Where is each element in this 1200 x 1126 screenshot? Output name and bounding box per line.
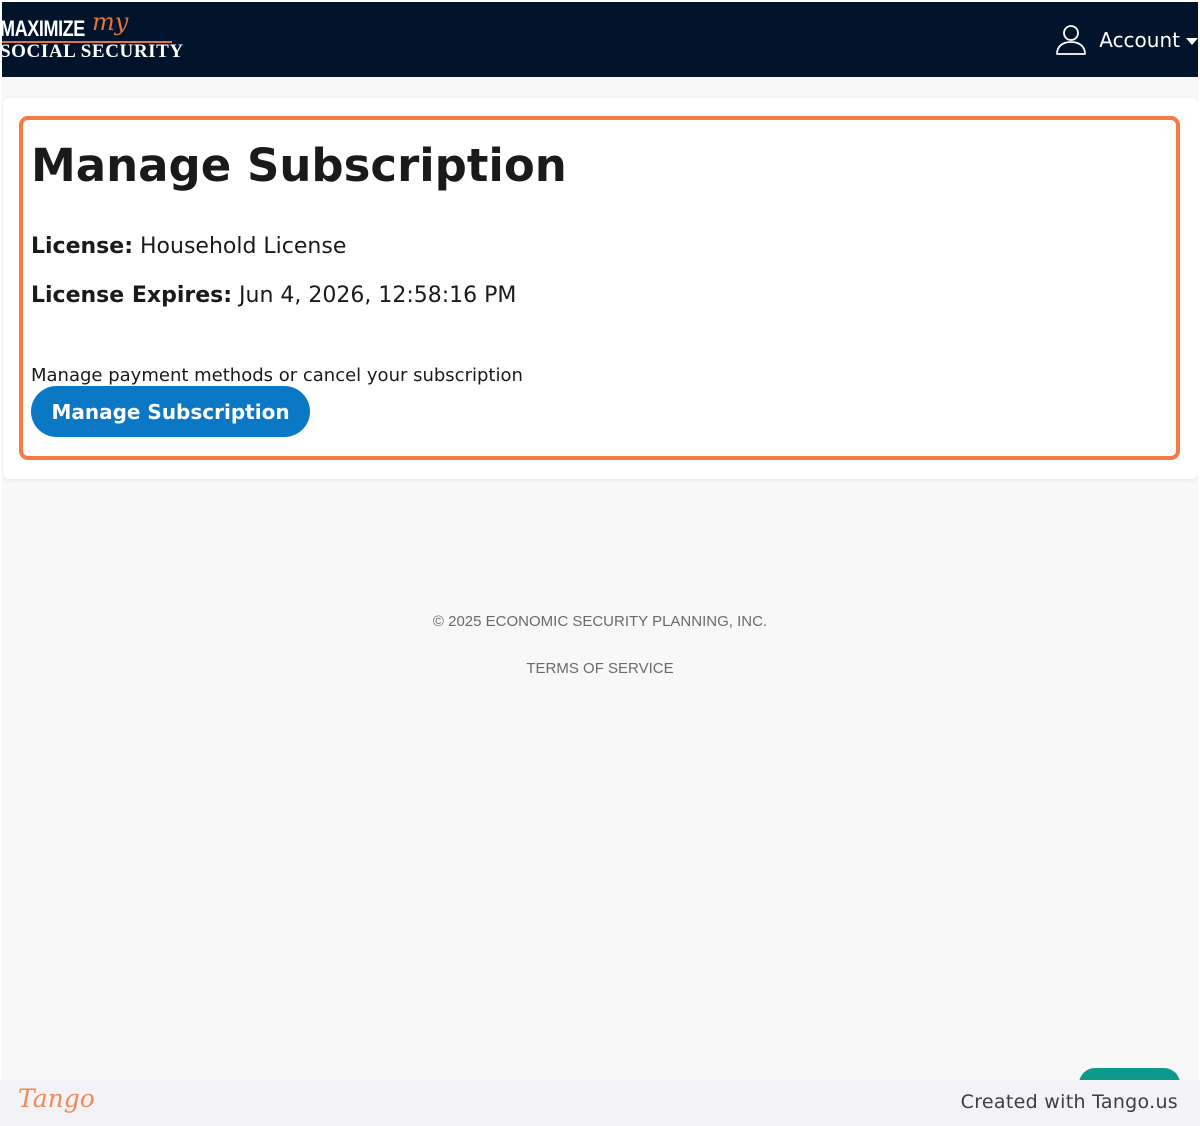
site-logo[interactable]: MAXIMIZE my SOCIAL SECURITY — [2, 8, 183, 66]
top-navbar: MAXIMIZE my SOCIAL SECURITY Account — [2, 2, 1198, 77]
footer-copyright: © 2025 ECONOMIC SECURITY PLANNING, INC. — [432, 613, 768, 630]
license-expires-row: License Expires: Jun 4, 2026, 12:58:16 P… — [31, 283, 516, 308]
manage-subscription-button[interactable]: Manage Subscription — [31, 386, 310, 437]
tango-credit-text: Created with Tango.us — [960, 1091, 1178, 1113]
chat-widget-button[interactable] — [1079, 1068, 1180, 1080]
license-value: Household License — [140, 234, 347, 259]
license-row: License: Household License — [31, 234, 346, 259]
subscription-card: Manage Subscription License: Household L… — [3, 98, 1198, 479]
logo-maximize-text: MAXIMIZE — [2, 16, 85, 41]
subscription-description: Manage payment methods or cancel your su… — [31, 365, 523, 386]
account-label: Account — [1099, 28, 1180, 52]
terms-of-service-link[interactable]: TERMS OF SERVICE — [2, 660, 1198, 677]
license-expires-value: Jun 4, 2026, 12:58:16 PM — [239, 283, 517, 308]
user-icon — [1056, 25, 1087, 55]
logo-line-1: MAXIMIZE — [2, 16, 104, 42]
tango-footer-bar: Tango Created with Tango.us — [0, 1080, 1200, 1126]
license-label: License: — [31, 234, 133, 259]
page: MAXIMIZE my SOCIAL SECURITY Account Mana… — [2, 2, 1198, 1080]
license-expires-label: License Expires: — [31, 283, 233, 308]
logo-my-text: my — [92, 8, 129, 36]
account-menu[interactable]: Account — [1053, 20, 1198, 60]
screenshot-frame: MAXIMIZE my SOCIAL SECURITY Account Mana… — [0, 0, 1200, 1126]
caret-down-icon — [1186, 38, 1198, 45]
page-title: Manage Subscription — [31, 139, 567, 192]
tango-logo: Tango — [18, 1084, 95, 1113]
logo-social-security-text: SOCIAL SECURITY — [2, 41, 184, 62]
